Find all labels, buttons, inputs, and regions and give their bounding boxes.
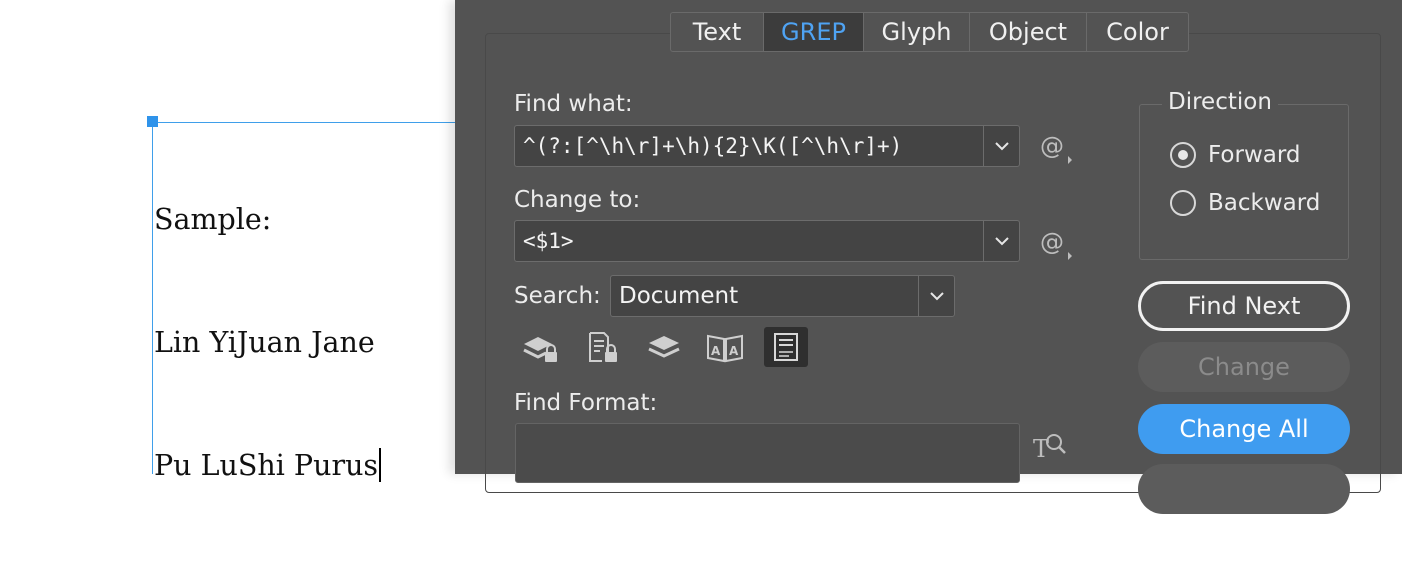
include-locked-layers-icon: [523, 337, 557, 362]
change-to-label: Change to:: [514, 187, 641, 213]
find-what-dropdown-button[interactable]: [983, 126, 1019, 166]
document-text-line: Lin YiJuan Jane: [154, 326, 375, 359]
search-scope-value: Document: [619, 283, 739, 309]
find-what-input[interactable]: ^(?:[^\h\r]+\h){2}\K([^\h\r]+): [515, 126, 983, 166]
document-text-line-content: Pu LuShi Purus: [154, 449, 379, 482]
text-frame-content[interactable]: Sample: Lin YiJuan Jane Pu LuShi Purus: [154, 117, 382, 568]
direction-forward-option[interactable]: Forward: [1170, 142, 1301, 168]
find-what-label: Find what:: [514, 91, 633, 117]
change-button[interactable]: Change: [1138, 342, 1350, 392]
find-format-box[interactable]: [515, 423, 1020, 483]
include-locked-layers-toggle[interactable]: [518, 327, 562, 367]
include-locked-stories-toggle[interactable]: [580, 327, 624, 367]
include-hidden-layers-toggle[interactable]: [642, 327, 686, 367]
backward-label: Backward: [1208, 190, 1321, 216]
find-next-button[interactable]: Find Next: [1138, 281, 1350, 331]
forward-radio[interactable]: [1170, 142, 1196, 168]
direction-title: Direction: [1162, 89, 1278, 115]
change-all-button[interactable]: Change All: [1138, 404, 1350, 454]
svg-text:@: @: [1040, 132, 1064, 160]
special-characters-find-icon[interactable]: @: [1038, 130, 1074, 166]
search-scope-select[interactable]: Document: [610, 275, 955, 317]
text-caret: [379, 448, 382, 482]
svg-text:A: A: [729, 344, 739, 358]
include-footnotes-toggle[interactable]: [764, 327, 808, 367]
svg-text:A: A: [711, 344, 721, 358]
search-scope-dropdown-button[interactable]: [918, 276, 954, 316]
find-format-label: Find Format:: [514, 390, 658, 416]
document-canvas[interactable]: Sample: Lin YiJuan Jane Pu LuShi Purus: [0, 0, 455, 482]
chevron-down-icon: [929, 292, 944, 301]
tab-object[interactable]: Object: [969, 13, 1086, 51]
tab-bar: Text GREP Glyph Object Color: [670, 12, 1189, 52]
change-to-input[interactable]: <$1>: [515, 221, 983, 261]
specify-find-format-icon[interactable]: T: [1032, 428, 1068, 464]
include-hidden-layers-icon: [648, 336, 680, 358]
document-text-line: Pu LuShi Purus: [154, 445, 382, 486]
document-text-line: Sample:: [154, 203, 272, 236]
include-footnotes-icon: [774, 333, 798, 361]
special-characters-change-icon[interactable]: @: [1038, 226, 1074, 262]
find-what-field[interactable]: ^(?:[^\h\r]+\h){2}\K([^\h\r]+): [514, 125, 1020, 167]
backward-radio[interactable]: [1170, 190, 1196, 216]
include-locked-stories-icon: [589, 332, 617, 362]
change-find-button[interactable]: [1138, 464, 1350, 514]
text-frame-left-edge: [152, 122, 153, 474]
tab-grep[interactable]: GREP: [763, 13, 863, 51]
chevron-down-icon: [994, 237, 1009, 246]
include-master-pages-toggle[interactable]: A A: [703, 327, 747, 367]
search-label: Search:: [514, 283, 601, 309]
direction-group: Direction Forward Backward: [1139, 89, 1349, 260]
direction-backward-option[interactable]: Backward: [1170, 190, 1320, 216]
include-master-pages-icon: A A: [707, 334, 743, 363]
tab-glyph[interactable]: Glyph: [863, 13, 969, 51]
forward-label: Forward: [1208, 142, 1301, 168]
chevron-down-icon: [994, 142, 1009, 151]
svg-text:@: @: [1040, 228, 1064, 256]
change-to-field[interactable]: <$1>: [514, 220, 1020, 262]
tab-text[interactable]: Text: [671, 13, 763, 51]
change-to-dropdown-button[interactable]: [983, 221, 1019, 261]
find-change-dialog: Text GREP Glyph Object Color Find what: …: [455, 0, 1402, 514]
tab-color[interactable]: Color: [1086, 13, 1188, 51]
